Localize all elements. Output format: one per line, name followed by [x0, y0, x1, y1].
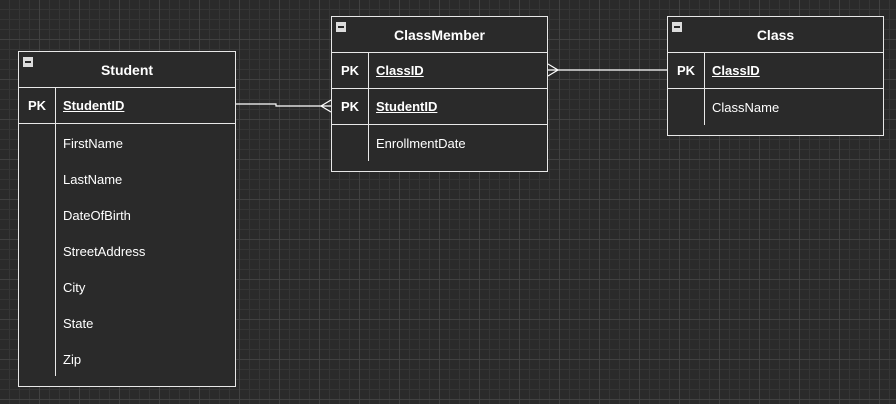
field-state[interactable]: State: [55, 316, 93, 331]
attribute-row[interactable]: State: [19, 305, 235, 341]
primary-key-field[interactable]: StudentID: [55, 98, 124, 113]
pk-row[interactable]: PK StudentID: [19, 88, 235, 124]
crowfoot-classmember-student: [319, 99, 332, 113]
attribute-row[interactable]: FirstName: [19, 125, 235, 161]
field-firstname[interactable]: FirstName: [55, 136, 123, 151]
collapse-icon[interactable]: [672, 22, 682, 32]
attribute-row[interactable]: EnrollmentDate: [332, 125, 547, 161]
entity-title: ClassMember: [393, 26, 486, 43]
primary-key-field[interactable]: ClassID: [368, 63, 424, 78]
field-zip[interactable]: Zip: [55, 352, 81, 367]
primary-key-field[interactable]: ClassID: [704, 63, 760, 78]
field-enrollmentdate[interactable]: EnrollmentDate: [368, 136, 466, 151]
field-city[interactable]: City: [55, 280, 85, 295]
attribute-row[interactable]: ClassName: [668, 89, 883, 125]
pk-label: PK: [27, 98, 47, 113]
field-lastname[interactable]: LastName: [55, 172, 122, 187]
entity-classmember[interactable]: ClassMember PK ClassID PK StudentID Enro…: [331, 16, 548, 172]
attribute-row[interactable]: Zip: [19, 341, 235, 377]
attribute-row[interactable]: LastName: [19, 161, 235, 197]
field-dateofbirth[interactable]: DateOfBirth: [55, 208, 131, 223]
pk-label: PK: [340, 63, 360, 78]
pk-row[interactable]: PK ClassID: [332, 53, 547, 89]
crowfoot-classmember-class: [547, 63, 560, 77]
attribute-row[interactable]: StreetAddress: [19, 233, 235, 269]
pk-row[interactable]: PK StudentID: [332, 89, 547, 125]
pk-label: PK: [340, 99, 360, 114]
pk-label: PK: [676, 63, 696, 78]
entity-title: Class: [756, 26, 795, 43]
attribute-row[interactable]: City: [19, 269, 235, 305]
primary-key-field[interactable]: StudentID: [368, 99, 437, 114]
entity-header: Class: [668, 17, 883, 53]
pk-row[interactable]: PK ClassID: [668, 53, 883, 89]
entity-title: Student: [100, 61, 154, 78]
field-streetaddress[interactable]: StreetAddress: [55, 244, 145, 259]
entity-student[interactable]: Student PK StudentID FirstName LastName …: [18, 51, 236, 387]
connector-student-classmember[interactable]: [236, 103, 331, 107]
entity-header: Student: [19, 52, 235, 88]
field-classname[interactable]: ClassName: [704, 100, 779, 115]
collapse-icon[interactable]: [336, 22, 346, 32]
entity-header: ClassMember: [332, 17, 547, 53]
collapse-icon[interactable]: [23, 57, 33, 67]
attribute-row[interactable]: DateOfBirth: [19, 197, 235, 233]
entity-class[interactable]: Class PK ClassID ClassName: [667, 16, 884, 136]
